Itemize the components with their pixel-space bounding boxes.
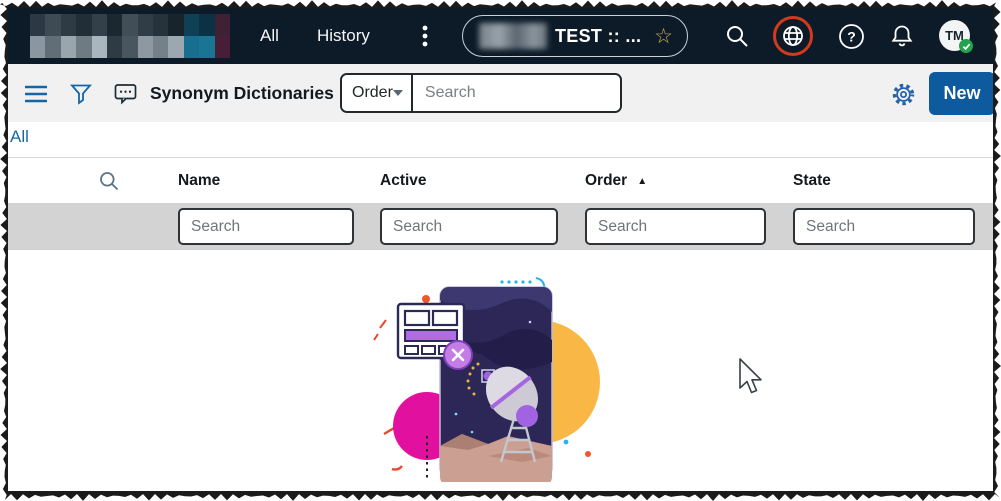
column-header-order-label: Order (585, 172, 628, 189)
overflow-menu-icon[interactable] (416, 24, 434, 48)
app-logo-redacted[interactable] (30, 14, 230, 58)
logo-pixel-block (153, 14, 169, 36)
logo-pixel-block (137, 36, 154, 58)
globe-highlight-ring (773, 16, 813, 56)
search-scope-value: Order (352, 84, 393, 101)
environment-label: TEST :: ... (555, 25, 642, 46)
environment-selector-pill[interactable]: TEST :: ... ☆ (462, 15, 688, 57)
status-verified-icon (959, 39, 973, 53)
logo-pixel-block (199, 14, 215, 36)
tab-all[interactable]: All (10, 127, 29, 147)
logo-pixel-block (106, 36, 123, 58)
view-tabs-row: All (8, 122, 993, 158)
column-header-active[interactable]: Active (380, 158, 427, 203)
mouse-cursor (739, 358, 762, 394)
page-title: Synonym Dictionaries (150, 83, 334, 103)
screenshot-frame: All History TEST :: ... ☆ ? TM Synonym D… (0, 0, 1001, 501)
logo-pixel-block (60, 14, 77, 36)
svg-text:?: ? (847, 28, 856, 44)
logo-pixel-block (183, 14, 200, 36)
logo-pixel-block (122, 14, 138, 36)
logo-pixel-block (153, 36, 169, 58)
logo-pixel-block (199, 36, 215, 58)
search-icon[interactable] (723, 22, 751, 50)
logo-pixel-block (45, 36, 61, 58)
filter-funnel-icon[interactable] (68, 81, 94, 107)
help-icon[interactable]: ? (837, 22, 865, 50)
logo-pixel-block (91, 14, 107, 36)
logo-pixel-block (60, 36, 77, 58)
logo-pixel-block (168, 36, 184, 58)
new-button[interactable]: New (929, 72, 995, 115)
avatar[interactable]: TM (939, 20, 973, 53)
filter-input-order[interactable] (585, 208, 766, 245)
globe-language-icon[interactable] (770, 13, 816, 59)
empty-state-illustration (373, 277, 600, 482)
logo-pixel-block (168, 14, 184, 36)
filter-input-state[interactable] (793, 208, 975, 245)
table-header-row: Name Active Order ▲ State (8, 158, 993, 203)
search-scope-select[interactable]: Order (342, 75, 413, 111)
nav-item-all[interactable]: All (260, 8, 279, 64)
logo-pixel-block (214, 36, 230, 58)
logo-pixel-block (214, 14, 230, 36)
toolbar-search-group: Order (340, 73, 622, 113)
column-header-name[interactable]: Name (178, 158, 220, 203)
column-header-order[interactable]: Order ▲ (585, 158, 647, 203)
logo-pixel-block (30, 14, 46, 36)
logo-pixel-block (76, 36, 92, 58)
table-filter-row (8, 203, 993, 250)
logo-pixel-block (91, 36, 107, 58)
logo-pixel-block (30, 36, 46, 58)
dismiss-x-icon (443, 340, 473, 370)
filter-input-active[interactable] (380, 208, 558, 245)
logo-pixel-block (45, 14, 61, 36)
toolbar-search-input[interactable] (412, 75, 620, 111)
notifications-bell-icon[interactable] (888, 22, 916, 50)
favorite-star-icon[interactable]: ☆ (654, 26, 673, 47)
chevron-down-icon (392, 90, 403, 96)
logo-pixel-block (137, 14, 154, 36)
environment-redacted-prefix (479, 23, 547, 49)
filter-input-name[interactable] (178, 208, 354, 245)
logo-pixel-block (106, 14, 123, 36)
logo-pixel-block (76, 14, 92, 36)
feedback-bubble-icon[interactable] (112, 81, 138, 107)
sort-ascending-icon: ▲ (637, 176, 648, 187)
column-header-state[interactable]: State (793, 158, 831, 203)
menu-hamburger-icon[interactable] (23, 81, 49, 107)
nav-item-history[interactable]: History (317, 8, 370, 64)
table-search-icon[interactable] (96, 168, 122, 194)
settings-gear-icon[interactable] (890, 81, 916, 107)
top-navigation-bar: All History TEST :: ... ☆ ? TM (8, 8, 993, 64)
logo-pixel-block (122, 36, 138, 58)
list-toolbar: Synonym Dictionaries Order New (8, 64, 995, 122)
logo-pixel-block (183, 36, 200, 58)
